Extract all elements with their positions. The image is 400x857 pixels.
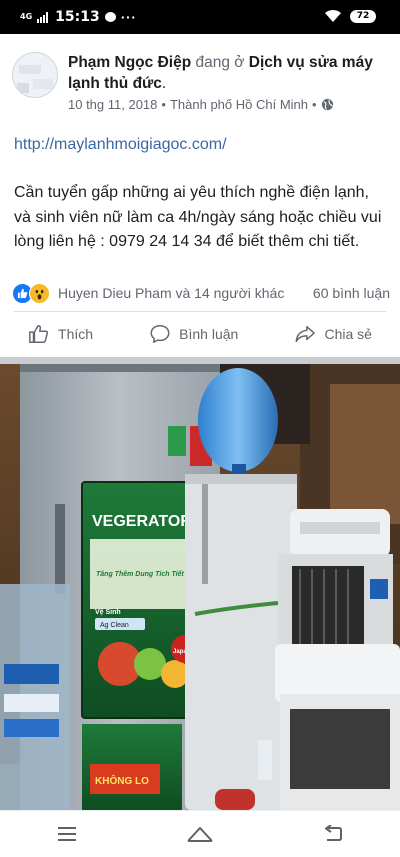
post-date[interactable]: 10 thg 11, 2018 (68, 97, 157, 112)
wifi-icon (325, 9, 341, 22)
globe-icon (321, 98, 333, 111)
clock: 15:13 (55, 9, 100, 25)
post-photo[interactable]: VEGERATOR Tăng Thêm Dung Tích Tiết Kiệm … (0, 364, 400, 810)
comment-icon (150, 325, 170, 343)
more-notifications-icon: ··· (120, 10, 137, 24)
network-type: 4G (20, 12, 33, 21)
post-meta: 10 thg 11, 2018 • Thành phố Hồ Chí Minh … (68, 97, 334, 112)
home-button[interactable] (180, 814, 220, 854)
comment-label: Bình luận (179, 326, 239, 342)
like-button[interactable]: Thích (28, 323, 93, 345)
divider (14, 311, 386, 312)
back-icon (325, 825, 343, 841)
reaction-icons (12, 282, 50, 304)
fridge-brand-label: VEGERATOR (92, 513, 192, 530)
fridge-tag-label: Ag Clean (100, 622, 129, 629)
post-text: Cần tuyển gấp những ai yêu thích nghề đi… (14, 184, 382, 250)
location-suffix: . (161, 75, 167, 92)
fridge-feature-label: Vệ Sinh (95, 609, 121, 616)
share-button[interactable]: Chia sẻ (294, 323, 372, 345)
status-bar: 4G 15:13 ··· 72 (0, 0, 400, 34)
meta-separator-2: • (312, 97, 317, 112)
post-link[interactable]: http://maylanhmoigiagoc.com/ (14, 136, 227, 154)
avatar[interactable] (12, 52, 58, 98)
battery-level: 72 (356, 11, 370, 21)
system-nav-bar (0, 810, 400, 857)
signal-icon (37, 11, 49, 23)
post-city[interactable]: Thành phố Hồ Chí Minh (170, 97, 308, 112)
thumbs-up-icon (29, 325, 49, 343)
message-icon (104, 12, 116, 22)
battery-icon: 72 (350, 9, 376, 23)
reactions-summary[interactable]: Huyen Dieu Pham và 14 người khác 60 bình… (12, 282, 390, 304)
back-button[interactable] (313, 814, 353, 854)
author-line: Phạm Ngọc Điệp đang ở Dịch vụ sửa máy lạ… (68, 52, 388, 94)
author-name[interactable]: Phạm Ngọc Điệp (68, 54, 191, 71)
wow-reaction-icon (29, 282, 50, 304)
meta-separator: • (161, 97, 166, 112)
divider-band (0, 357, 400, 364)
post-header: Phạm Ngọc Điệp đang ở Dịch vụ sửa máy lạ… (0, 44, 400, 120)
comments-count[interactable]: 60 bình luận (313, 285, 390, 301)
share-label: Chia sẻ (324, 326, 372, 342)
share-icon (296, 325, 316, 343)
action-bar: Thích Bình luận Chia sẻ (0, 314, 400, 354)
location-prefix: đang ở (195, 54, 245, 71)
home-icon (187, 827, 213, 842)
menu-button[interactable] (47, 814, 87, 854)
menu-icon (57, 827, 76, 841)
like-label: Thích (58, 326, 94, 342)
comment-button[interactable]: Bình luận (149, 323, 238, 345)
reactors-text[interactable]: Huyen Dieu Pham và 14 người khác (58, 285, 313, 301)
fridge-side-text: KHÔNG LO (95, 774, 149, 787)
